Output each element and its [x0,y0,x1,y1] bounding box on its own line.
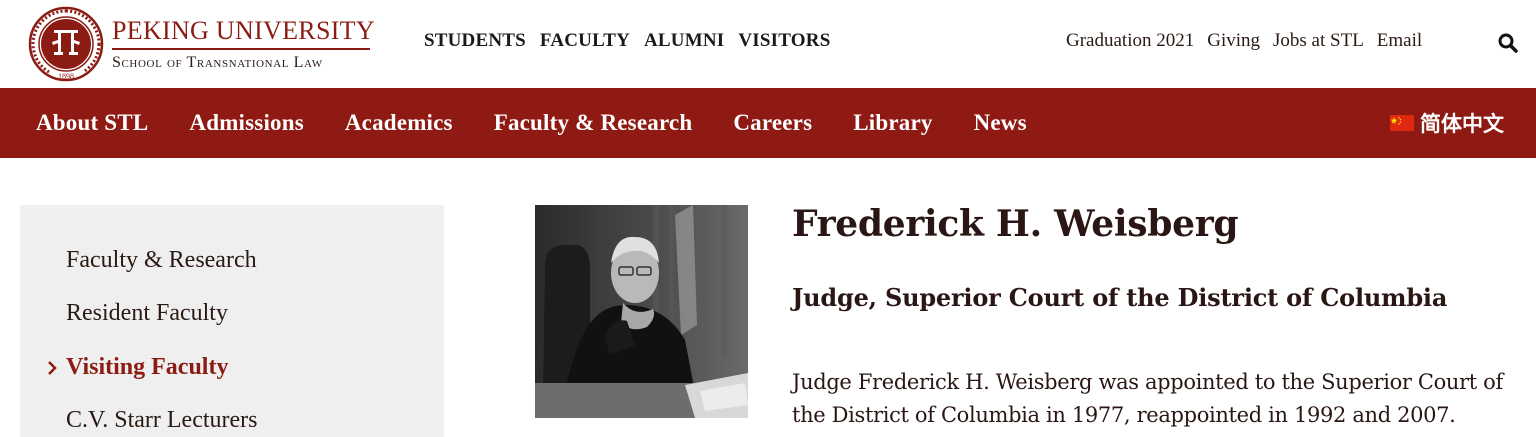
section-sidebar: Faculty & Research Resident Faculty Visi… [20,205,444,437]
link-graduation[interactable]: Graduation 2021 [1066,30,1194,52]
main-nav-items: About STL Admissions Academics Faculty &… [36,88,1027,158]
nav-faculty[interactable]: FACULTY [540,30,630,52]
profile-photo [535,205,748,418]
audience-nav: STUDENTS FACULTY ALUMNI VISITORS [424,30,830,52]
nav-visitors[interactable]: VISITORS [738,30,830,52]
sidebar-item-faculty-research[interactable]: Faculty & Research [66,247,257,274]
main-nav-academics[interactable]: Academics [345,110,453,136]
site-logo[interactable]: 1898 PEKING UNIVERSITY School of Transna… [28,6,375,82]
logo-divider [112,47,370,50]
link-email[interactable]: Email [1377,30,1422,52]
language-switch[interactable]: 简体中文 [1390,88,1504,158]
main-nav: About STL Admissions Academics Faculty &… [0,88,1536,158]
language-label: 简体中文 [1420,112,1504,136]
logo-text: PEKING UNIVERSITY School of Transnationa… [112,15,375,72]
sidebar-item-cv-starr-lecturers[interactable]: C.V. Starr Lecturers [66,407,258,434]
nav-alumni[interactable]: ALUMNI [644,30,724,52]
main-nav-admissions[interactable]: Admissions [189,110,303,136]
seal-year: 1898 [58,72,74,81]
sidebar-item-label: Visiting Faculty [66,354,229,380]
sidebar-item-visiting-faculty[interactable]: Visiting Faculty [48,354,229,381]
sidebar-item-label: Resident Faculty [66,300,228,326]
site-header: 1898 PEKING UNIVERSITY School of Transna… [0,0,1536,88]
main-nav-news[interactable]: News [974,110,1027,136]
university-name: PEKING UNIVERSITY [112,15,375,45]
sidebar-item-resident-faculty[interactable]: Resident Faculty [66,300,228,327]
main-nav-careers[interactable]: Careers [733,110,812,136]
main-nav-faculty-research[interactable]: Faculty & Research [494,110,693,136]
china-flag-icon [1390,115,1414,131]
main-nav-about[interactable]: About STL [36,110,148,136]
main-nav-library[interactable]: Library [853,110,932,136]
link-jobs[interactable]: Jobs at STL [1273,30,1364,52]
sidebar-item-label: C.V. Starr Lecturers [66,407,258,433]
profile-bio: Judge Frederick H. Weisberg was appointe… [792,370,1503,427]
chevron-right-icon [48,361,57,375]
profile-title: Judge, Superior Court of the District of… [792,283,1448,312]
school-name: School of Transnational Law [112,53,323,71]
utility-nav: Graduation 2021 Giving Jobs at STL Email [1066,30,1422,52]
sidebar-item-label: Faculty & Research [66,247,257,273]
link-giving[interactable]: Giving [1207,30,1260,52]
nav-students[interactable]: STUDENTS [424,30,526,52]
university-seal-icon: 1898 [28,6,104,82]
profile-name: Frederick H. Weisberg [792,203,1239,245]
search-icon[interactable] [1496,30,1522,56]
